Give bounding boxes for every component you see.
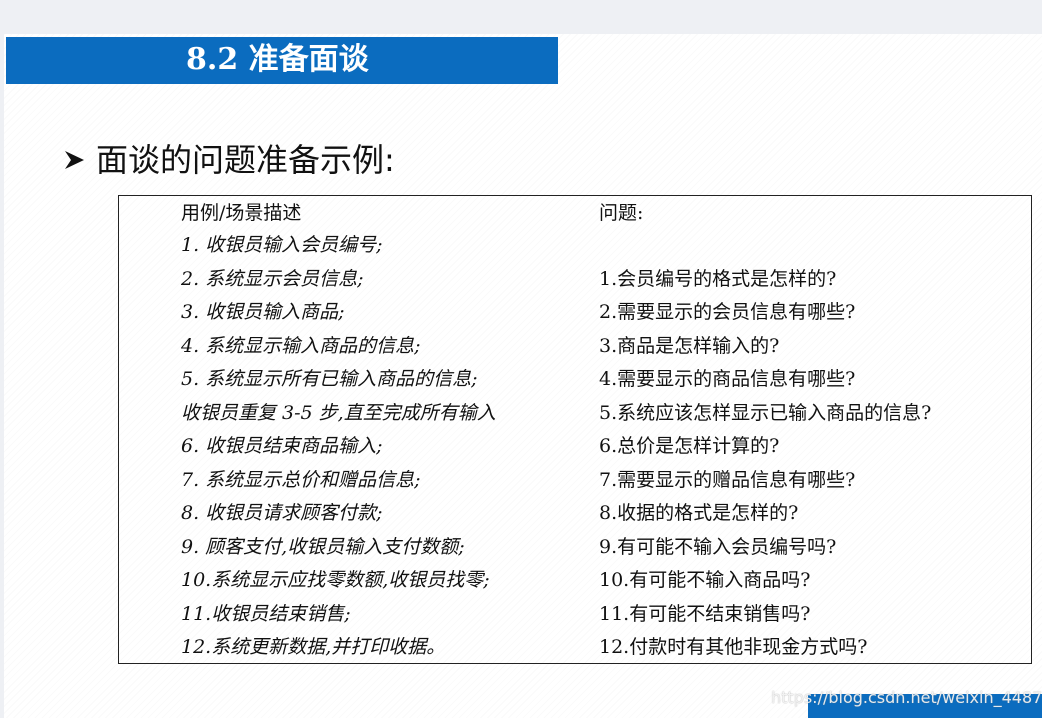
question-item: 10.有可能不输入商品吗?: [599, 569, 811, 591]
use-case-step: 收银员重复 3-5 步,直至完成所有输入: [181, 401, 496, 424]
table-row: 9. 顾客支付,收银员输入支付数额; 9.有可能不输入会员编号吗?: [119, 531, 1031, 565]
use-case-step: 5. 系统显示所有已输入商品的信息;: [181, 368, 478, 390]
bullet-point: 面谈的问题准备示例:: [62, 140, 395, 180]
use-case-step: 8. 收银员请求顾客付款;: [181, 502, 383, 524]
question-item: 3.商品是怎样输入的?: [599, 334, 780, 357]
question-item: 5.系统应该怎样显示已输入商品的信息?: [599, 401, 932, 424]
arrow-bullet-icon: [65, 151, 84, 169]
table-row: 7. 系统显示总价和赠品信息; 7.需要显示的赠品信息有哪些?: [119, 464, 1031, 498]
question-item: 11.有可能不结束销售吗?: [599, 602, 811, 625]
table-row: 8. 收银员请求顾客付款; 8.收据的格式是怎样的?: [119, 497, 1031, 531]
use-case-step: 2. 系统显示会员信息;: [181, 267, 364, 290]
table-row: 11.收银员结束销售; 11.有可能不结束销售吗?: [119, 598, 1031, 632]
use-case-step: 12.系统更新数据,并打印收据。: [181, 636, 446, 658]
use-case-step: 10.系统显示应找零数额,收银员找零;: [181, 569, 490, 591]
use-case-step: 9. 顾客支付,收银员输入支付数额;: [181, 535, 465, 558]
table-row: 1. 收银员输入会员编号;: [119, 229, 1031, 263]
question-item: 1.会员编号的格式是怎样的?: [599, 267, 837, 290]
use-case-step: 11.收银员结束销售;: [181, 602, 351, 625]
slide-title: 8.2 准备面谈: [186, 42, 369, 77]
table-row: 5. 系统显示所有已输入商品的信息; 4.需要显示的商品信息有哪些?: [119, 363, 1031, 397]
table-row: 3. 收银员输入商品; 2.需要显示的会员信息有哪些?: [119, 296, 1031, 330]
use-case-step: 3. 收银员输入商品;: [181, 301, 345, 323]
table-row: 4. 系统显示输入商品的信息; 3.商品是怎样输入的?: [119, 330, 1031, 364]
use-case-step: 7. 系统显示总价和赠品信息;: [181, 468, 421, 491]
question-item: 7.需要显示的赠品信息有哪些?: [599, 468, 856, 491]
question-item: 8.收据的格式是怎样的?: [599, 502, 799, 524]
question-item: 2.需要显示的会员信息有哪些?: [599, 301, 856, 323]
use-case-step: 1. 收银员输入会员编号;: [181, 234, 383, 256]
table-row: 收银员重复 3-5 步,直至完成所有输入 5.系统应该怎样显示已输入商品的信息?: [119, 397, 1031, 431]
question-table: 用例/场景描述 问题: 1. 收银员输入会员编号; 2. 系统显示会员信息; 1.会…: [118, 195, 1032, 664]
column-header-case: 用例/场景描述: [181, 202, 302, 224]
question-item: 9.有可能不输入会员编号吗?: [599, 535, 837, 558]
table-row: 6. 收银员结束商品输入; 6.总价是怎样计算的?: [119, 430, 1031, 464]
table-row: 12.系统更新数据,并打印收据。 12.付款时有其他非现金方式吗?: [119, 631, 1031, 665]
watermark: https://blog.csdn.net/weixin_44872301: [771, 688, 1042, 707]
question-item: 6.总价是怎样计算的?: [599, 435, 780, 457]
question-item: 4.需要显示的商品信息有哪些?: [599, 368, 856, 390]
question-item: 12.付款时有其他非现金方式吗?: [599, 636, 868, 658]
column-header-question: 问题:: [599, 202, 644, 224]
bullet-text: 面谈的问题准备示例:: [96, 141, 395, 179]
table-row: 10.系统显示应找零数额,收银员找零; 10.有可能不输入商品吗?: [119, 564, 1031, 598]
use-case-step: 6. 收银员结束商品输入;: [181, 435, 383, 457]
use-case-step: 4. 系统显示输入商品的信息;: [181, 334, 421, 357]
table-row: 2. 系统显示会员信息; 1.会员编号的格式是怎样的?: [119, 263, 1031, 297]
